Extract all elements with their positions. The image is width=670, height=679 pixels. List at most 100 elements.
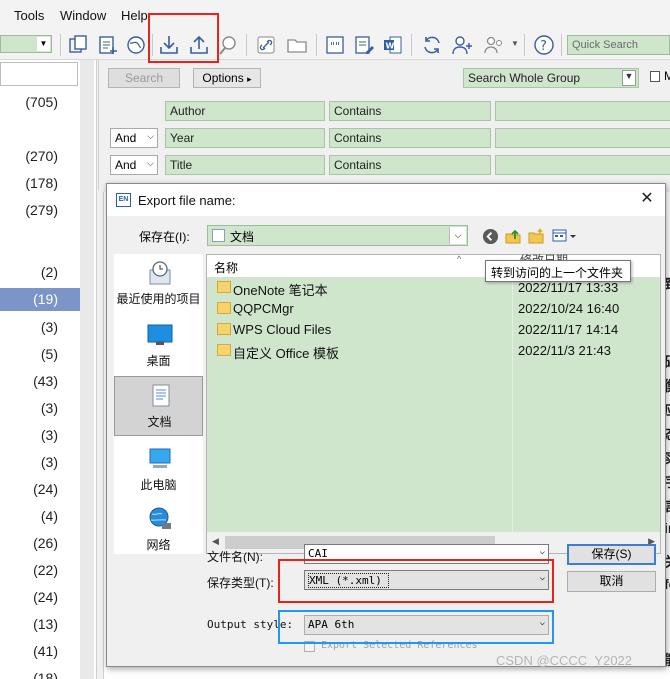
close-icon[interactable]: ✕ [637, 189, 657, 209]
add-user-icon[interactable] [450, 33, 474, 57]
file-row[interactable]: QQPCMgr 2022/10/24 16:40 [207, 298, 660, 319]
place-recent[interactable]: 最近使用的项目 [114, 254, 203, 314]
chevron-down-icon[interactable]: ⌵ [540, 547, 545, 557]
folder-icon[interactable] [285, 33, 309, 57]
new-folder-icon[interactable] [527, 227, 545, 245]
view-menu-icon[interactable] [551, 227, 579, 245]
group-row[interactable]: (22) [0, 562, 80, 585]
word-icon[interactable]: W [381, 33, 405, 57]
options-button[interactable]: Options ▸ [193, 68, 261, 88]
group-row[interactable]: (3) [0, 400, 80, 423]
group-count: (270) [25, 148, 58, 164]
group-row[interactable]: (3) [0, 454, 80, 477]
search-field-select[interactable]: Title [165, 155, 325, 175]
group-count: (279) [25, 202, 58, 218]
place-network[interactable]: 网络 [114, 500, 203, 560]
group-count: (41) [33, 643, 58, 659]
place-this-pc[interactable]: 此电脑 [114, 440, 203, 500]
group-row[interactable]: (4) [0, 508, 80, 531]
toolbar-separator [246, 34, 247, 56]
group-row[interactable]: (705) [0, 94, 80, 117]
documents-folder-icon [212, 229, 225, 242]
search-button[interactable]: Search [108, 68, 180, 88]
find-fulltext-icon[interactable] [216, 33, 240, 57]
group-row[interactable]: (5) [0, 346, 80, 369]
search-bool-select[interactable]: And ⌵ [110, 128, 158, 148]
match-case-checkbox[interactable] [650, 71, 660, 82]
chevron-down-icon: ▼ [37, 37, 50, 51]
help-icon[interactable]: ? [532, 33, 556, 57]
search-scope-select[interactable]: Search Whole Group ▼ [463, 68, 639, 88]
sync-icon[interactable] [420, 33, 444, 57]
search-operator-select[interactable]: Contains [329, 101, 491, 121]
quick-search-input[interactable]: Quick Search [567, 35, 670, 55]
search-term-input[interactable] [495, 101, 670, 121]
edit-icon[interactable] [352, 33, 376, 57]
save-in-select[interactable]: 文档 ⌵ [207, 225, 468, 246]
chevron-down-icon: ⌵ [147, 158, 154, 168]
file-row[interactable]: WPS Cloud Files 2022/11/17 14:14 [207, 319, 660, 340]
copy-icon[interactable] [66, 33, 90, 57]
menu-help[interactable]: Help [121, 8, 148, 23]
save-button[interactable]: 保存(S) [567, 544, 656, 565]
search-bool-value: And [115, 158, 137, 172]
menu-window[interactable]: Window [60, 8, 106, 23]
group-row[interactable]: (279) [0, 202, 80, 225]
group-row[interactable]: (24) [0, 481, 80, 504]
desktop-icon [147, 324, 173, 345]
toolbar-separator [411, 34, 412, 56]
file-date: 2022/11/17 13:33 [518, 280, 619, 295]
search-field-value: Author [170, 104, 206, 118]
column-header-name[interactable]: 名称 [214, 259, 238, 276]
search-operator-value: Contains [334, 104, 382, 118]
annotation-box-export [148, 13, 219, 63]
group-row[interactable]: (178) [0, 175, 80, 198]
group-row[interactable]: (3) [0, 319, 80, 342]
group-count: (3) [40, 400, 58, 416]
group-row[interactable]: (18) [0, 670, 80, 679]
file-list-body: OneNote 笔记本 2022/11/17 13:33 QQPCMgr 202… [207, 277, 660, 532]
search-term-input[interactable] [495, 128, 670, 148]
group-count: (24) [33, 589, 58, 605]
group-row[interactable]: (2) [0, 264, 80, 287]
search-field-select[interactable]: Year [165, 128, 325, 148]
file-list: 名称 ^ 修改日期 OneNote 笔记本 2022/11/17 13:33 Q… [206, 253, 661, 554]
globe-icon[interactable] [124, 33, 148, 57]
group-row[interactable]: (26) [0, 535, 80, 558]
group-count: (24) [33, 481, 58, 497]
cancel-button[interactable]: 取消 [567, 571, 656, 592]
link-icon[interactable] [254, 33, 278, 57]
quote-icon[interactable]: " " [323, 33, 347, 57]
place-desktop[interactable]: 桌面 [114, 316, 203, 376]
groups-scrollbar[interactable] [80, 60, 94, 679]
file-row[interactable]: 自定义 Office 模板 2022/11/3 21:43 [207, 340, 660, 361]
search-operator-select[interactable]: Contains [329, 128, 491, 148]
search-bool-select[interactable]: And ⌵ [110, 155, 158, 175]
group-row[interactable]: (13) [0, 616, 80, 639]
share-icon[interactable] [482, 33, 506, 57]
menu-tools[interactable]: Tools [14, 8, 44, 23]
group-row[interactable]: (24) [0, 589, 80, 612]
search-field-select[interactable]: Author [165, 101, 325, 121]
up-folder-icon[interactable] [504, 227, 522, 245]
groups-pane-header[interactable] [0, 62, 78, 86]
group-row[interactable]: (270) [0, 148, 80, 171]
group-row[interactable]: (41) [0, 643, 80, 666]
watermark-text: CSDN @CCCC_Y2022 [496, 653, 633, 668]
scroll-left-icon[interactable]: ◀ [212, 536, 219, 547]
file-name: OneNote 笔记本 [233, 283, 328, 298]
search-term-input[interactable] [495, 155, 670, 175]
search-operator-select[interactable]: Contains [329, 155, 491, 175]
new-reference-icon[interactable] [96, 33, 120, 57]
sort-ascending-icon: ^ [457, 254, 462, 264]
group-row[interactable]: (43) [0, 373, 80, 396]
chevron-down-icon[interactable]: ▼ [511, 39, 519, 48]
group-selector[interactable]: ▼ [0, 35, 52, 53]
place-documents[interactable]: 文档 [114, 376, 203, 436]
group-row-selected[interactable]: (19) [0, 288, 80, 311]
search-field-value: Year [170, 131, 195, 145]
group-row[interactable]: (3) [0, 427, 80, 450]
groups-pane: (705) (270) (178) (279) (2) (19) (3) (5)… [0, 60, 97, 679]
back-icon[interactable] [481, 227, 499, 245]
svg-text:": " [335, 40, 340, 53]
